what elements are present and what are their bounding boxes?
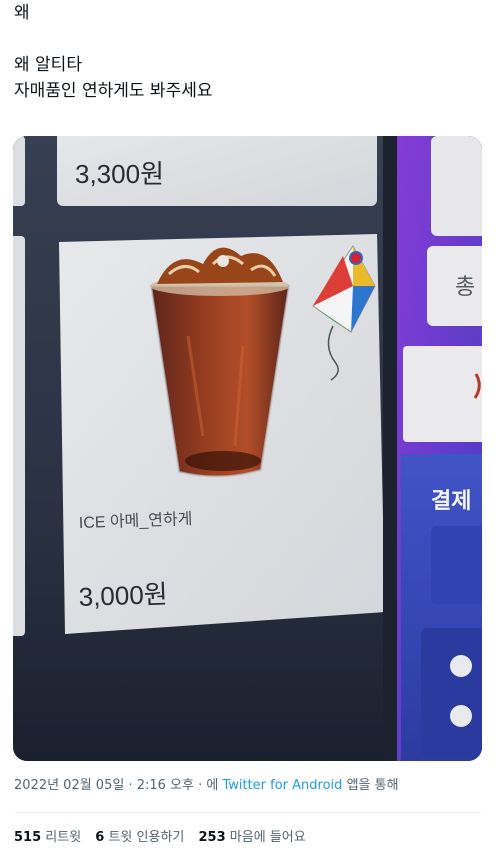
tweet-line: 왜: [14, 3, 30, 23]
likes-label: 마음에 들어요: [225, 830, 306, 845]
divider: [14, 812, 481, 813]
likes-stat[interactable]: 253 마음에 들어요: [199, 830, 306, 845]
tweet-datetime[interactable]: 2022년 02월 05일 · 2:16 오후 · 에: [14, 778, 222, 793]
tweet-stats: 515 리트윗 6 트윗 인용하기 253 마음에 들어요: [14, 826, 316, 845]
tweet-source-suffix: 앱을 통해: [342, 778, 399, 793]
retweets-label: 리트윗: [41, 830, 82, 845]
quotes-stat[interactable]: 6 트윗 인용하기: [95, 830, 184, 845]
retweets-count: 515: [14, 830, 42, 845]
tweet-line: 자매품인 연하게도 봐주세요: [14, 81, 213, 101]
tweet-source-link[interactable]: Twitter for Android: [222, 778, 342, 793]
likes-count: 253: [198, 830, 226, 845]
quotes-label: 트윗 인용하기: [104, 830, 185, 845]
retweets-stat[interactable]: 515 리트윗: [14, 830, 81, 845]
tweet-text: 왜 왜 알티타 자매품인 연하게도 봐주세요: [14, 0, 213, 104]
tweet-meta: 2022년 02월 05일 · 2:16 오후 · 에 Twitter for …: [14, 774, 399, 793]
tweet-photo[interactable]: 3,300원 ICE 아메_연하게 3,000원 총 결제: [13, 136, 482, 761]
tweet-line: 왜 알티타: [14, 55, 82, 75]
quotes-count: 6: [95, 830, 105, 845]
kiosk-screen-photo: 3,300원 ICE 아메_연하게 3,000원 총 결제: [13, 136, 482, 761]
tweet-line: [14, 26, 213, 52]
